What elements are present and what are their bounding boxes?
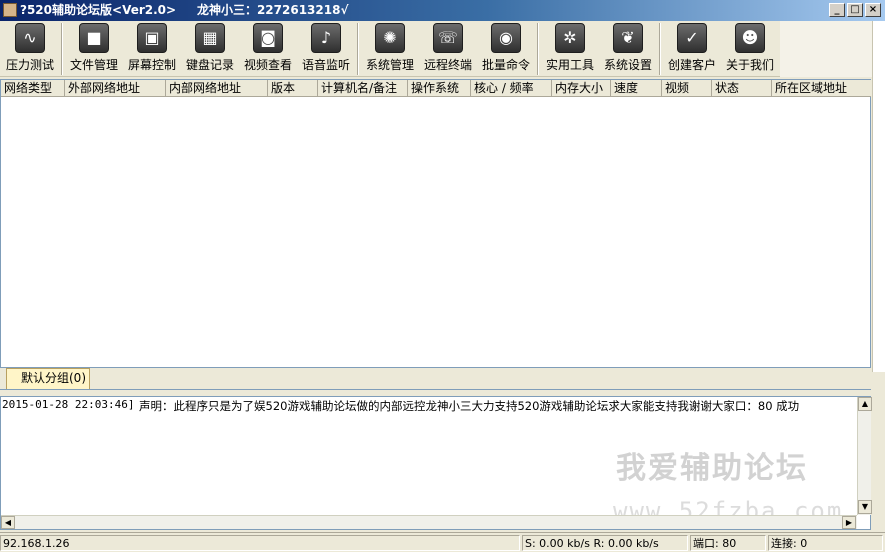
screen-control-button[interactable]: ▣ 屏幕控制: [124, 23, 180, 75]
scroll-down-icon[interactable]: ▼: [858, 500, 872, 514]
maximize-button[interactable]: □: [847, 3, 863, 17]
remote-terminal-label: 远程终端: [423, 58, 472, 72]
screen-control-label: 屏幕控制: [127, 58, 176, 72]
voice-monitor-button[interactable]: ♪ 语音监听: [298, 23, 354, 75]
status-connections: 连接: 0: [768, 535, 883, 551]
gears-icon: ✺: [375, 23, 405, 53]
toolbar-separator: [357, 23, 359, 75]
create-client-button[interactable]: ✓ 创建客户: [664, 23, 720, 75]
leaf-icon: ❦: [613, 23, 643, 53]
toolbar-separator: [537, 23, 539, 75]
window-scrollbar[interactable]: [872, 21, 885, 372]
system-manage-button[interactable]: ✺ 系统管理: [362, 23, 418, 75]
column-header[interactable]: 计算机名/备注: [318, 80, 408, 97]
broadcast-icon: ◉: [491, 23, 521, 53]
watermark-text: 我爱辅助论坛: [616, 451, 808, 486]
close-button[interactable]: ×: [865, 3, 881, 17]
file-manager-button[interactable]: ■ 文件管理: [66, 23, 122, 75]
column-header[interactable]: 操作系统: [408, 80, 471, 97]
title-bar: ?520辅助论坛版<Ver2.0> 龙神小三：2272613218√ _ □ ×: [0, 0, 885, 21]
app-icon: [3, 3, 17, 17]
about-us-label: 关于我们: [725, 58, 774, 72]
aperture-icon: ✲: [555, 23, 585, 53]
utilities-label: 实用工具: [545, 58, 594, 72]
column-header[interactable]: 视频: [662, 80, 712, 97]
system-settings-label: 系统设置: [603, 58, 652, 72]
column-header[interactable]: 状态: [712, 80, 772, 97]
calendar-icon: ▦: [195, 23, 225, 53]
stress-test-label: 压力测试: [5, 58, 54, 72]
tab-default-group[interactable]: 默认分组(0): [6, 368, 90, 389]
status-speed: S: 0.00 kb/s R: 0.00 kb/s: [522, 535, 688, 551]
phone-icon: ☏: [433, 23, 463, 53]
column-header[interactable]: 所在区域地址: [772, 80, 871, 97]
keylogger-label: 键盘记录: [185, 58, 234, 72]
checkmark-icon: ✓: [677, 23, 707, 53]
utilities-button[interactable]: ✲ 实用工具: [542, 23, 598, 75]
window-title: ?520辅助论坛版<Ver2.0> 龙神小三：2272613218√: [20, 3, 349, 17]
microphone-icon: ♪: [311, 23, 341, 53]
status-ip: 92.168.1.26: [0, 535, 520, 551]
toolbar-separator: [659, 23, 661, 75]
window-controls: _ □ ×: [829, 3, 881, 17]
photos-icon: ▣: [137, 23, 167, 53]
scroll-right-icon[interactable]: ▶: [842, 516, 856, 529]
column-header[interactable]: 核心 / 频率: [471, 80, 552, 97]
minimize-button[interactable]: _: [829, 3, 845, 17]
remote-terminal-button[interactable]: ☏ 远程终端: [420, 23, 476, 75]
log-vertical-scrollbar[interactable]: ▲ ▼: [857, 397, 872, 515]
file-manager-label: 文件管理: [69, 58, 118, 72]
column-header[interactable]: 版本: [268, 80, 318, 97]
column-header[interactable]: 网络类型: [1, 80, 65, 97]
scroll-up-icon[interactable]: ▲: [858, 397, 872, 411]
status-port: 端口: 80: [690, 535, 766, 551]
status-bar: 92.168.1.26 S: 0.00 kb/s R: 0.00 kb/s 端口…: [0, 532, 885, 552]
box-icon: ■: [79, 23, 109, 53]
video-view-button[interactable]: ◙ 视频查看: [240, 23, 296, 75]
users-icon: ☻: [735, 23, 765, 53]
log-message: 声明：此程序只是为了娱520游戏辅助论坛做的内部远控龙神小三大力支持520游戏辅…: [139, 399, 800, 413]
host-list[interactable]: 网络类型 外部网络地址 内部网络地址 版本 计算机名/备注 操作系统 核心 / …: [0, 79, 871, 368]
log-panel[interactable]: 2015-01-28 22:03:46] 声明：此程序只是为了娱520游戏辅助论…: [0, 396, 872, 530]
log-timestamp: 2015-01-28 22:03:46]: [2, 398, 135, 411]
column-header[interactable]: 内存大小: [552, 80, 611, 97]
create-client-label: 创建客户: [667, 58, 716, 72]
main-toolbar: ∿ 压力测试 ■ 文件管理 ▣ 屏幕控制 ▦ 键盘记录 ◙ 视频查看 ♪ 语音监…: [0, 21, 885, 77]
group-tab-strip: 默认分组(0): [0, 368, 871, 390]
pulse-icon: ∿: [15, 23, 45, 53]
scroll-left-icon[interactable]: ◀: [1, 516, 15, 529]
video-view-label: 视频查看: [243, 58, 292, 72]
stress-test-button[interactable]: ∿ 压力测试: [2, 23, 58, 75]
system-manage-label: 系统管理: [365, 58, 414, 72]
column-header[interactable]: 外部网络地址: [65, 80, 166, 97]
about-us-button[interactable]: ☻ 关于我们: [722, 23, 778, 75]
keylogger-button[interactable]: ▦ 键盘记录: [182, 23, 238, 75]
column-header[interactable]: 速度: [611, 80, 662, 97]
toolbar-filler: [780, 21, 872, 77]
camera-icon: ◙: [253, 23, 283, 53]
column-header[interactable]: 内部网络地址: [166, 80, 268, 97]
batch-command-label: 批量命令: [481, 58, 530, 72]
voice-monitor-label: 语音监听: [301, 58, 350, 72]
log-horizontal-scrollbar[interactable]: ◀ ▶: [1, 515, 857, 529]
system-settings-button[interactable]: ❦ 系统设置: [600, 23, 656, 75]
host-list-header: 网络类型 外部网络地址 内部网络地址 版本 计算机名/备注 操作系统 核心 / …: [1, 80, 871, 97]
toolbar-separator: [61, 23, 63, 75]
batch-command-button[interactable]: ◉ 批量命令: [478, 23, 534, 75]
